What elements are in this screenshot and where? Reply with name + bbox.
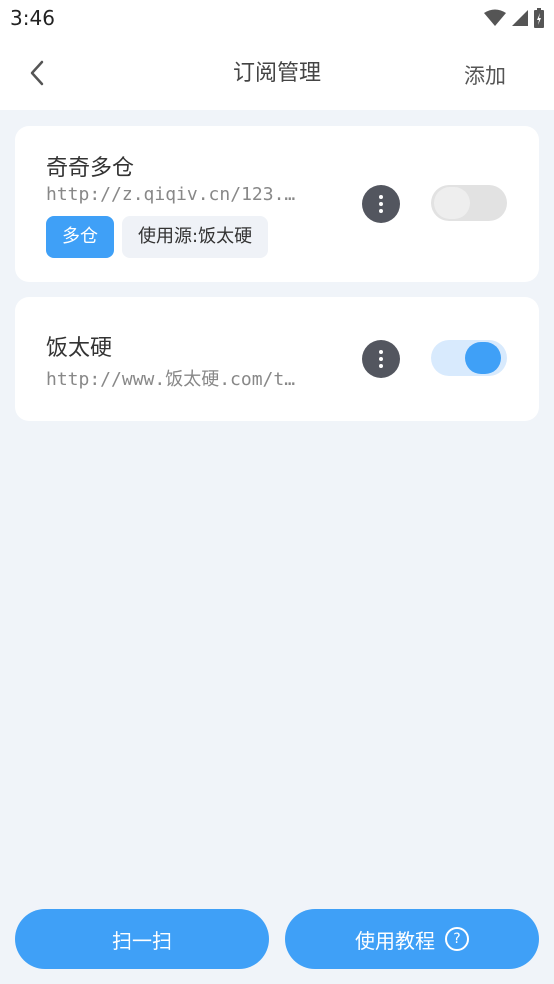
more-vertical-icon <box>379 350 383 368</box>
tag-list: 多仓 使用源:饭太硬 <box>46 216 269 258</box>
subscription-card[interactable]: 奇奇多仓 http://z.qiqiv.cn/123.… 多仓 使用源:饭太硬 <box>15 126 539 282</box>
status-icons <box>484 8 544 28</box>
enable-toggle[interactable] <box>431 340 507 376</box>
subscription-url: http://www.饭太硬.com/t… <box>46 369 296 390</box>
battery-icon <box>534 8 544 28</box>
subscription-name: 饭太硬 <box>46 336 113 361</box>
more-options-button[interactable] <box>362 340 400 378</box>
tag-multi-warehouse[interactable]: 多仓 <box>46 216 114 258</box>
header: 订阅管理 添加 <box>0 38 554 110</box>
tutorial-button[interactable]: 使用教程 ? <box>285 909 539 969</box>
subscription-name: 奇奇多仓 <box>46 156 135 181</box>
toggle-knob <box>465 342 501 374</box>
wifi-icon <box>484 9 506 26</box>
tag-source[interactable]: 使用源:饭太硬 <box>122 216 269 258</box>
more-vertical-icon <box>379 195 383 213</box>
status-time: 3:46 <box>10 6 55 30</box>
status-bar: 3:46 <box>0 0 554 38</box>
cell-signal-icon <box>512 10 528 26</box>
subscription-url: http://z.qiqiv.cn/123.… <box>46 184 296 205</box>
more-options-button[interactable] <box>362 185 400 223</box>
toggle-knob <box>434 187 470 219</box>
enable-toggle[interactable] <box>431 185 507 221</box>
scan-label: 扫一扫 <box>112 928 172 953</box>
add-button[interactable]: 添加 <box>464 60 506 90</box>
scan-button[interactable]: 扫一扫 <box>15 909 269 969</box>
chevron-left-icon <box>30 60 44 86</box>
back-button[interactable] <box>22 58 52 88</box>
tutorial-label: 使用教程 <box>355 928 435 953</box>
help-icon: ? <box>445 927 469 951</box>
subscription-card[interactable]: 饭太硬 http://www.饭太硬.com/t… <box>15 297 539 421</box>
